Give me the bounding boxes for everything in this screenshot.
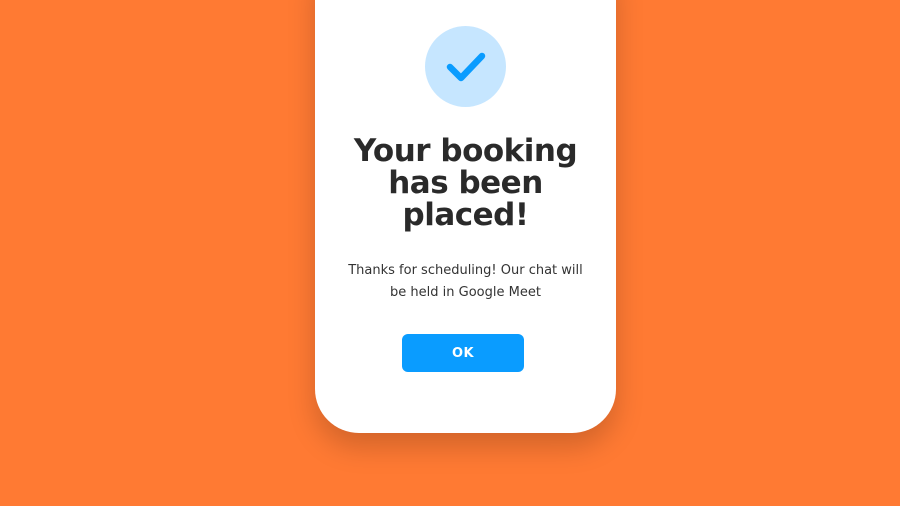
confirmation-dialog: Your booking has been placed! Thanks for… (315, 0, 616, 433)
ok-button[interactable]: OK (402, 334, 524, 372)
dialog-title: Your booking has been placed! (353, 133, 578, 233)
dialog-message: Thanks for scheduling! Our chat will be … (348, 263, 583, 300)
background: Your booking has been placed! Thanks for… (0, 0, 900, 506)
success-badge (425, 26, 506, 107)
checkmark-icon (446, 52, 485, 81)
